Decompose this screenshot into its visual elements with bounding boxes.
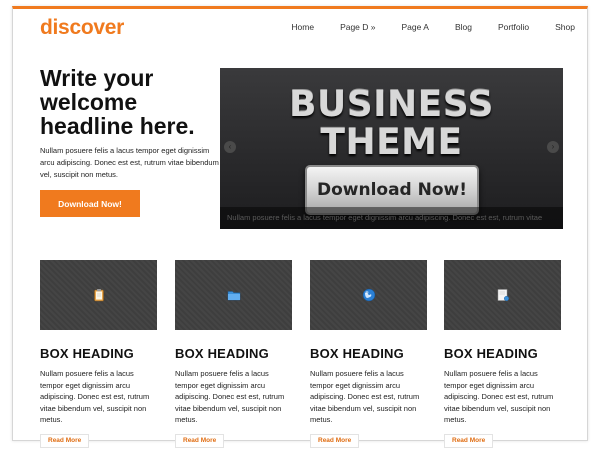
- box-thumbnail[interactable]: [40, 260, 157, 330]
- box-heading: BOX HEADING: [40, 346, 134, 361]
- clipboard-icon: [93, 289, 104, 302]
- feature-box-1: BOX HEADING Nullam posuere felis a lacus…: [40, 260, 157, 448]
- nav-item-page-d[interactable]: Page D »: [340, 22, 375, 32]
- feature-box-2: BOX HEADING Nullam posuere felis a lacus…: [175, 260, 292, 448]
- nav-item-blog[interactable]: Blog: [455, 22, 472, 32]
- box-thumbnail[interactable]: [444, 260, 561, 330]
- feature-box-3: BOX HEADING Nullam posuere felis a lacus…: [310, 260, 427, 448]
- box-text: Nullam posuere felis a lacus tempor eget…: [444, 369, 554, 424]
- nav-item-portfolio[interactable]: Portfolio: [498, 22, 529, 32]
- box-text: Nullam posuere felis a lacus tempor eget…: [175, 369, 285, 424]
- nav-item-home[interactable]: Home: [291, 22, 314, 32]
- box-heading: BOX HEADING: [444, 346, 538, 361]
- box-thumbnail[interactable]: [175, 260, 292, 330]
- read-more-button[interactable]: Read More: [175, 434, 225, 448]
- folder-icon: [227, 291, 240, 301]
- page-container: discover Home Page D » Page A Blog Portf…: [12, 6, 588, 448]
- slider-next-arrow-icon[interactable]: ›: [547, 141, 559, 153]
- slider-title-line1: BUSINESS: [289, 84, 494, 125]
- globe-icon: [362, 288, 375, 302]
- featured-slider[interactable]: BUSINESS THEME Download Now! Nullam posu…: [220, 68, 563, 229]
- nav-item-page-a[interactable]: Page A: [402, 22, 429, 32]
- document-icon: [497, 289, 509, 301]
- box-text: Nullam posuere felis a lacus tempor eget…: [40, 369, 150, 424]
- slider-caption: Nullam posuere felis a lacus tempor eget…: [220, 207, 563, 229]
- read-more-button[interactable]: Read More: [310, 434, 360, 448]
- main-nav: Home Page D » Page A Blog Portfolio Shop: [265, 22, 575, 32]
- welcome-text: Nullam posuere felis a lacus tempor eget…: [40, 146, 219, 179]
- read-more-button[interactable]: Read More: [444, 434, 494, 448]
- nav-item-shop[interactable]: Shop: [555, 22, 575, 32]
- slider-title: BUSINESS THEME: [220, 86, 563, 162]
- box-heading: BOX HEADING: [175, 346, 269, 361]
- slider-prev-arrow-icon[interactable]: ‹: [224, 141, 236, 153]
- box-thumbnail[interactable]: [310, 260, 427, 330]
- site-logo[interactable]: discover: [40, 16, 124, 40]
- box-text: Nullam posuere felis a lacus tempor eget…: [310, 369, 420, 424]
- welcome-headline: Write your welcome headline here.: [40, 65, 195, 139]
- download-button[interactable]: Download Now!: [40, 190, 140, 217]
- read-more-button[interactable]: Read More: [40, 434, 90, 448]
- slider-title-line2: THEME: [320, 122, 463, 163]
- feature-box-4: BOX HEADING Nullam posuere felis a lacus…: [444, 260, 561, 448]
- box-heading: BOX HEADING: [310, 346, 404, 361]
